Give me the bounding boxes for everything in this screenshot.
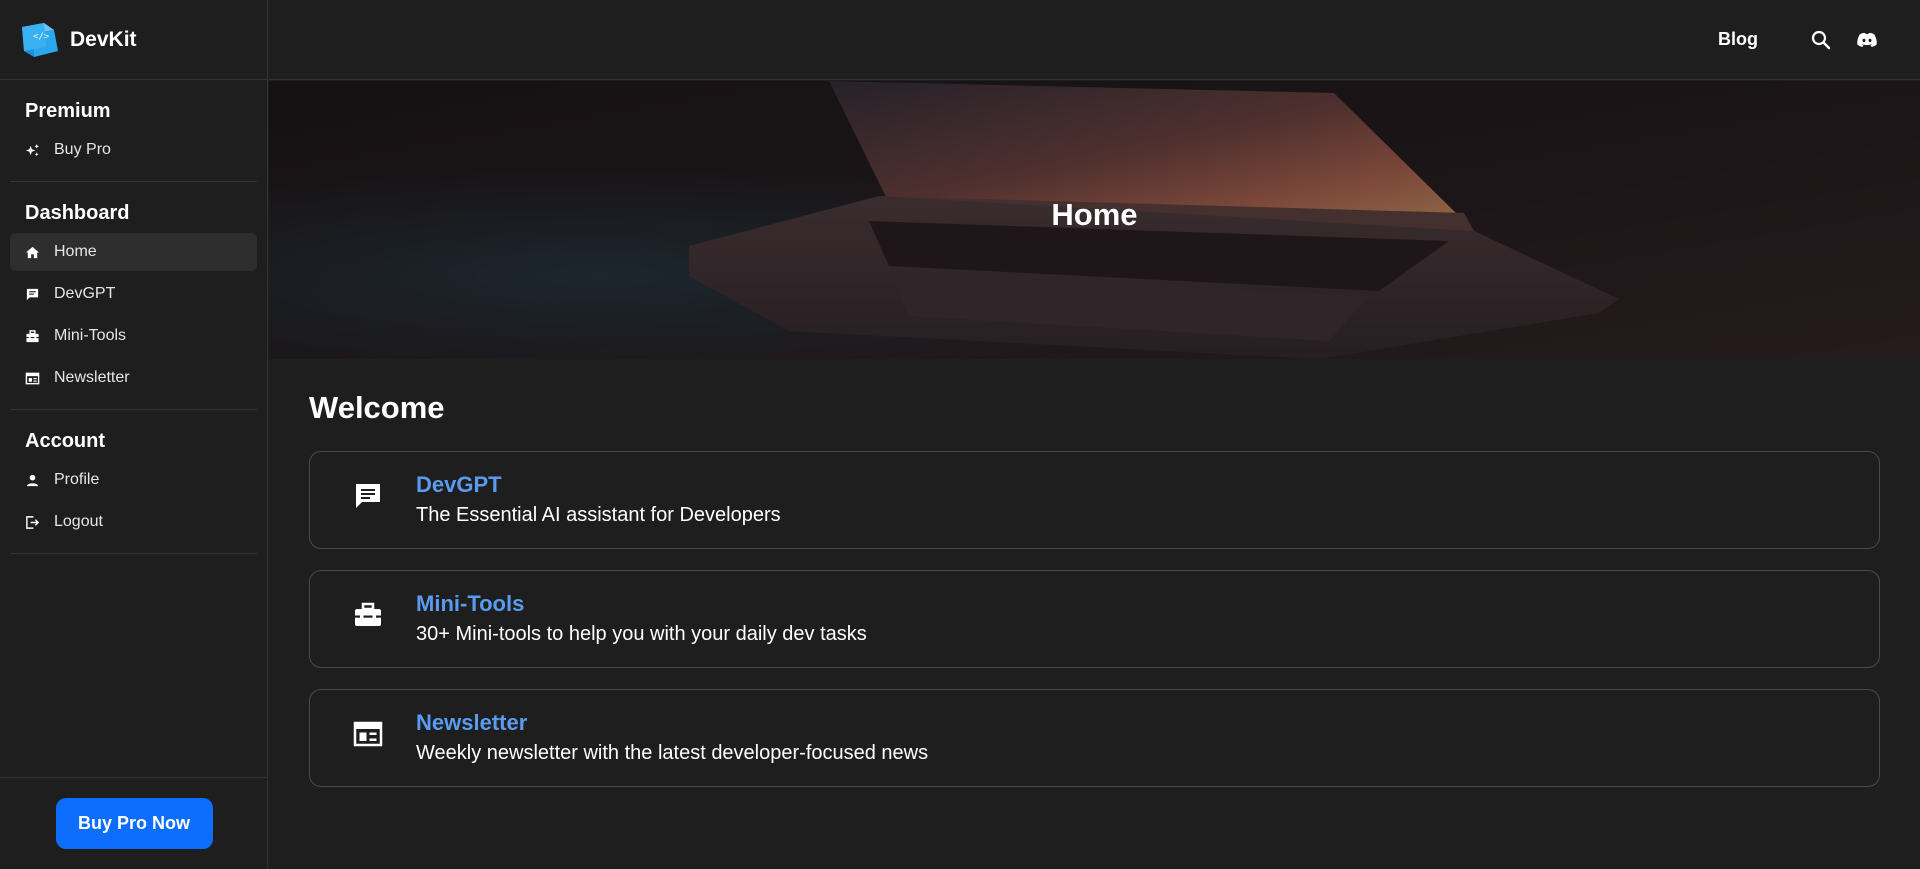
search-icon[interactable]: [1810, 29, 1832, 51]
code-cube-icon: </>: [22, 22, 58, 57]
sidebar-item-home[interactable]: Home: [10, 233, 257, 271]
divider: [10, 553, 257, 554]
card-mini-tools[interactable]: Mini-Tools 30+ Mini-tools to help you wi…: [309, 570, 1880, 668]
person-icon: [25, 473, 40, 488]
welcome-heading: Welcome: [309, 390, 445, 425]
card-title: Mini-Tools: [416, 591, 525, 616]
sidebar-section-premium: Premium Buy Pro: [0, 80, 267, 169]
card-title: DevGPT: [416, 472, 502, 497]
sidebar-section-account: Account Profile Logout: [0, 410, 267, 541]
sidebar-section-dashboard: Dashboard Home DevGPT Mini-Tools Newslet…: [0, 182, 267, 397]
sidebar-item-devgpt[interactable]: DevGPT: [10, 275, 257, 313]
sidebar-heading: Dashboard: [25, 202, 130, 224]
sidebar-item-mini-tools[interactable]: Mini-Tools: [10, 317, 257, 355]
sidebar: </> DevKit Premium Buy Pro Dashboard Hom…: [0, 0, 268, 869]
card-title: Newsletter: [416, 710, 528, 735]
sidebar-item-newsletter[interactable]: Newsletter: [10, 359, 257, 397]
sidebar-item-profile[interactable]: Profile: [10, 461, 257, 499]
sidebar-item-label: Newsletter: [54, 369, 130, 386]
sidebar-item-label: Mini-Tools: [54, 327, 127, 344]
hero-banner: Home: [269, 81, 1920, 359]
brand[interactable]: </> DevKit: [0, 0, 267, 80]
brand-name: DevKit: [70, 27, 137, 51]
toolbox-icon: [25, 329, 40, 344]
card-devgpt[interactable]: DevGPT The Essential AI assistant for De…: [309, 451, 1880, 549]
sparkle-icon: [25, 143, 40, 158]
discord-icon[interactable]: [1856, 29, 1878, 51]
sidebar-heading: Account: [25, 430, 105, 452]
sidebar-item-label: DevGPT: [54, 285, 116, 302]
svg-text:</>: </>: [33, 32, 50, 42]
card-newsletter[interactable]: Newsletter Weekly newsletter with the la…: [309, 689, 1880, 787]
logout-icon: [25, 515, 40, 530]
sidebar-footer: Buy Pro Now: [0, 777, 268, 869]
newsletter-icon: [352, 718, 384, 750]
page-title: Home: [1051, 197, 1138, 232]
sidebar-item-label: Logout: [54, 513, 103, 530]
card-description: 30+ Mini-tools to help you with your dai…: [416, 623, 867, 645]
card-description: The Essential AI assistant for Developer…: [416, 504, 781, 526]
chat-icon: [352, 480, 384, 512]
blog-link[interactable]: Blog: [1718, 29, 1758, 50]
top-bar: Blog: [269, 0, 1920, 80]
sidebar-item-label: Profile: [54, 471, 100, 488]
sidebar-item-logout[interactable]: Logout: [10, 503, 257, 541]
toolbox-icon: [352, 599, 384, 631]
sidebar-item-buy-pro[interactable]: Buy Pro: [10, 131, 257, 169]
newsletter-icon: [25, 371, 40, 386]
chat-icon: [25, 287, 40, 302]
card-description: Weekly newsletter with the latest develo…: [416, 742, 929, 764]
buy-pro-now-button[interactable]: Buy Pro Now: [55, 798, 213, 849]
sidebar-heading: Premium: [25, 100, 111, 122]
home-icon: [25, 245, 40, 260]
sidebar-item-label: Buy Pro: [54, 141, 111, 158]
sidebar-item-label: Home: [54, 243, 97, 260]
